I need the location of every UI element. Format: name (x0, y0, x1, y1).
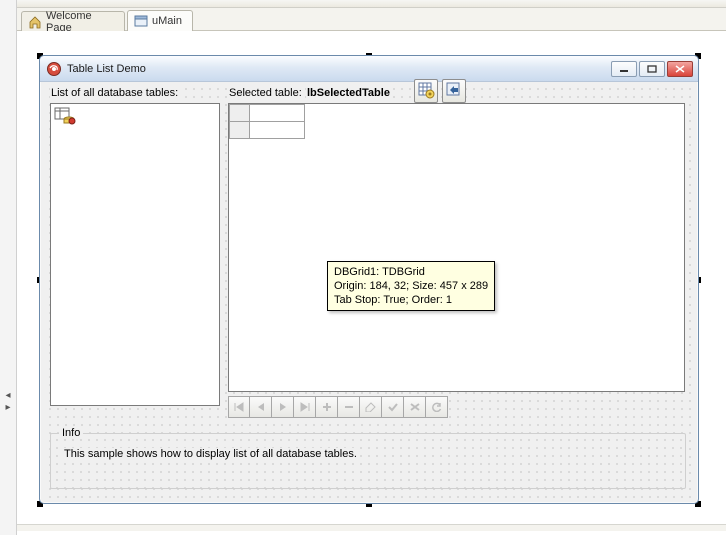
dbgrid-panel[interactable] (228, 103, 685, 392)
titlebar[interactable]: Table List Demo (40, 56, 698, 82)
db-navigator[interactable] (228, 396, 448, 418)
hint-line: Origin: 184, 32; Size: 457 x 289 (334, 280, 488, 292)
nav-post-button[interactable] (382, 396, 404, 418)
toolbar-strip (17, 0, 726, 8)
pivot-icon (445, 81, 463, 102)
tables-list-panel[interactable] (50, 103, 220, 406)
window-title: Table List Demo (67, 63, 609, 75)
info-text: This sample shows how to display list of… (63, 448, 358, 460)
design-hint-tooltip: DBGrid1: TDBGrid Origin: 184, 32; Size: … (327, 261, 495, 311)
tab-welcome-page[interactable]: Welcome Page (21, 11, 125, 31)
app-icon (46, 61, 62, 77)
splitter-right-icon[interactable]: ▸ (2, 402, 14, 414)
db-tree-icon (54, 107, 76, 125)
statusbar (17, 524, 726, 531)
hint-line: DBGrid1: TDBGrid (334, 266, 425, 278)
editor-tab-bar: Welcome Page uMain (17, 8, 726, 31)
tab-label: uMain (152, 15, 182, 27)
home-icon (28, 15, 42, 29)
splitter-left-icon[interactable]: ◂ (2, 390, 14, 402)
pivot-button[interactable] (442, 79, 466, 103)
maximize-button[interactable] (639, 61, 665, 77)
list-label: List of all database tables: (50, 87, 179, 99)
selected-table-name: lbSelectedTable (306, 87, 391, 99)
info-groupbox: Info This sample shows how to display li… (50, 433, 686, 489)
grid-settings-button[interactable] (414, 79, 438, 103)
nav-edit-button[interactable] (360, 396, 382, 418)
minimize-button[interactable] (611, 61, 637, 77)
selected-label: Selected table: (228, 87, 303, 99)
hint-line: Tab Stop: True; Order: 1 (334, 294, 452, 306)
nav-delete-button[interactable] (338, 396, 360, 418)
nav-last-button[interactable] (294, 396, 316, 418)
tab-umain[interactable]: uMain (127, 10, 193, 31)
nav-cancel-button[interactable] (404, 396, 426, 418)
close-button[interactable] (667, 61, 693, 77)
nav-first-button[interactable] (228, 396, 250, 418)
nav-refresh-button[interactable] (426, 396, 448, 418)
grid-header-stub (229, 104, 305, 139)
form-icon (134, 14, 148, 28)
nav-next-button[interactable] (272, 396, 294, 418)
tab-label: Welcome Page (46, 10, 117, 34)
left-gutter: ◂ ▸ (0, 0, 17, 535)
splitter-arrows[interactable]: ◂ ▸ (2, 390, 14, 414)
nav-insert-button[interactable] (316, 396, 338, 418)
nav-prior-button[interactable] (250, 396, 272, 418)
grid-settings-icon (417, 81, 435, 102)
form-designer-canvas[interactable]: Table List Demo List of all database tab… (17, 31, 726, 535)
info-caption: Info (59, 427, 83, 439)
